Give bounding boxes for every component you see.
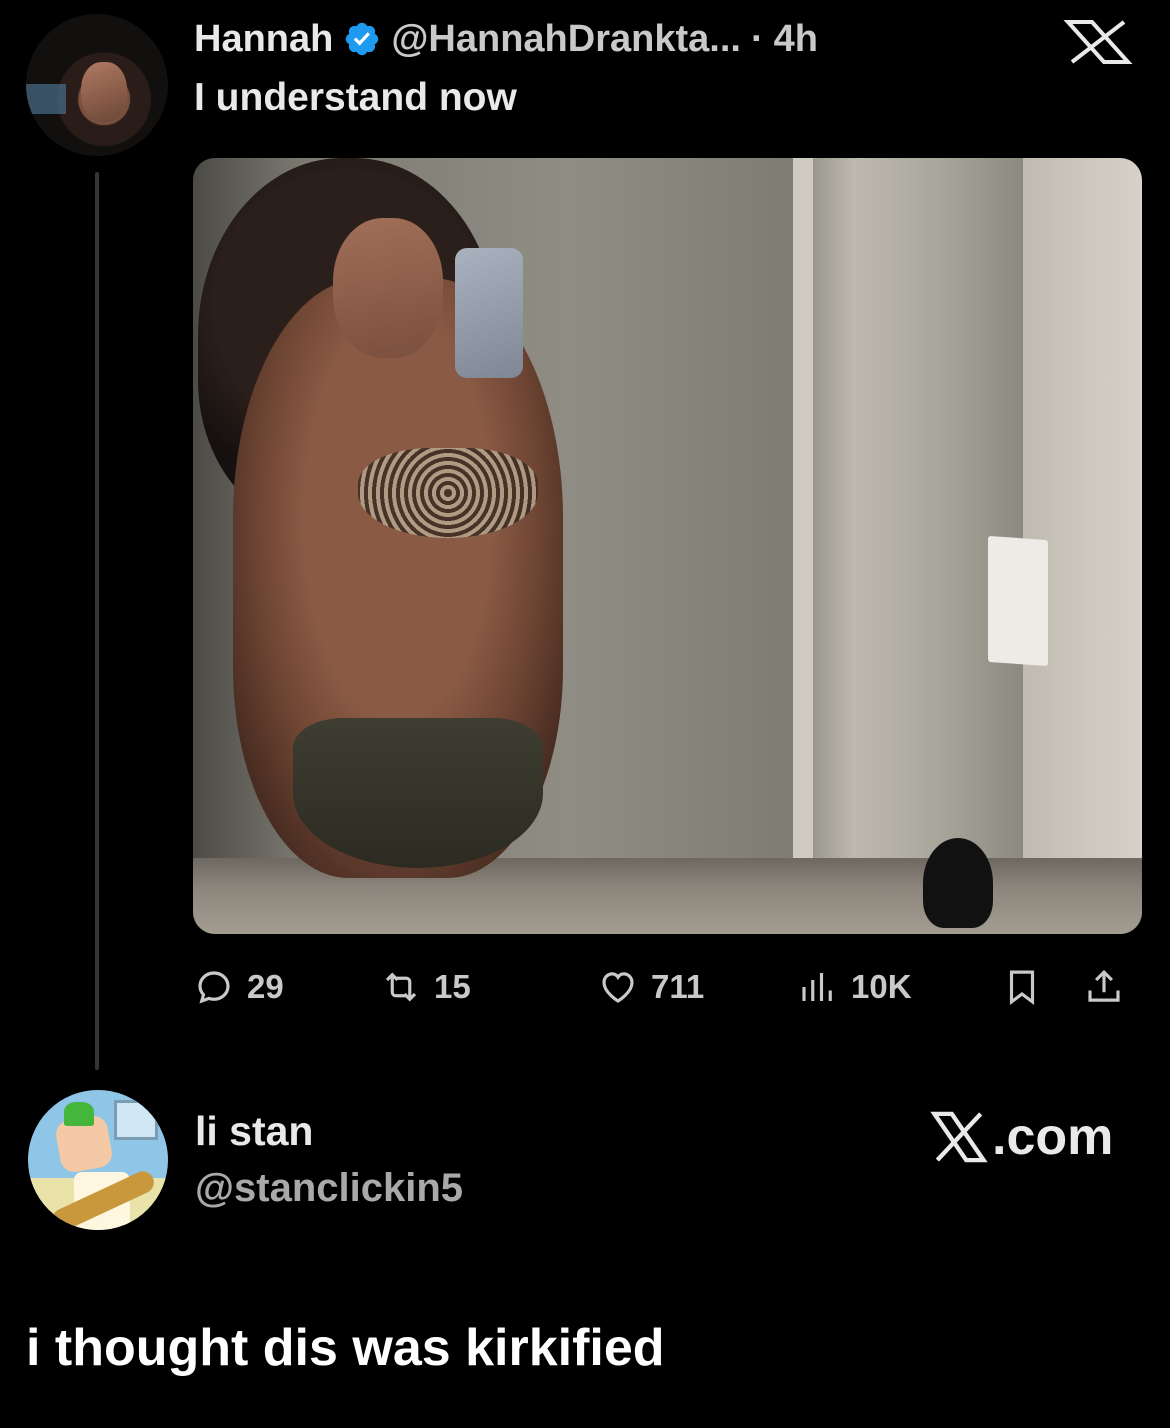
like-count: 711 bbox=[651, 968, 705, 1005]
avatar-background bbox=[26, 84, 66, 114]
tweet-header: Hannah @HannahDrankta... · 4h bbox=[194, 14, 818, 64]
x-com-watermark: .com bbox=[930, 1106, 1113, 1168]
tweet-timestamp[interactable]: 4h bbox=[774, 18, 818, 61]
media-bottom bbox=[293, 718, 543, 868]
x-logo-icon bbox=[1063, 20, 1133, 64]
media-face bbox=[333, 218, 443, 358]
media-speaker bbox=[923, 838, 993, 928]
retweet-count: 15 bbox=[434, 968, 471, 1005]
like-button[interactable]: 711 bbox=[597, 958, 704, 1016]
author-display-name[interactable]: Hannah bbox=[194, 18, 333, 61]
avatar-window bbox=[114, 1100, 158, 1140]
meme-caption: i thought dis was kirkified bbox=[26, 1319, 665, 1377]
media-phone bbox=[455, 248, 523, 378]
site-domain: .com bbox=[992, 1108, 1114, 1166]
bookmark-icon bbox=[1009, 970, 1035, 1006]
share-button[interactable] bbox=[1083, 958, 1125, 1016]
reply-icon bbox=[198, 971, 230, 1004]
analytics-icon bbox=[802, 973, 832, 1001]
media-door bbox=[813, 158, 1023, 868]
retweet-icon bbox=[385, 972, 417, 1002]
reply-author-handle[interactable]: @stanclickin5 bbox=[195, 1166, 463, 1211]
tweet-text: I understand now bbox=[194, 76, 517, 119]
thread-connector-line bbox=[95, 172, 99, 1070]
verified-badge-icon bbox=[346, 22, 379, 56]
media-light-switch bbox=[988, 535, 1048, 667]
meta-separator: · bbox=[750, 17, 764, 60]
tweet-actions: 29 15 711 10K bbox=[193, 958, 1133, 1016]
reply-author-name[interactable]: li stan bbox=[195, 1108, 313, 1155]
avatar-face bbox=[81, 62, 127, 122]
x-logo-icon bbox=[930, 1111, 988, 1163]
bookmark-button[interactable] bbox=[1001, 958, 1043, 1016]
reply-count: 29 bbox=[247, 968, 284, 1005]
reply-author-avatar[interactable] bbox=[26, 1088, 170, 1232]
media-doorframe bbox=[793, 158, 815, 878]
media-top bbox=[358, 448, 538, 538]
tweet-media-image[interactable] bbox=[193, 158, 1142, 934]
heart-icon bbox=[602, 972, 634, 1003]
author-handle[interactable]: @HannahDrankta... bbox=[391, 18, 741, 61]
avatar-hair bbox=[64, 1102, 94, 1126]
share-icon bbox=[1088, 969, 1120, 1002]
reply-button[interactable]: 29 bbox=[193, 958, 284, 1016]
retweet-button[interactable]: 15 bbox=[380, 958, 471, 1016]
author-avatar[interactable] bbox=[26, 14, 168, 156]
views-button[interactable]: 10K bbox=[797, 958, 912, 1016]
views-count: 10K bbox=[851, 968, 912, 1005]
